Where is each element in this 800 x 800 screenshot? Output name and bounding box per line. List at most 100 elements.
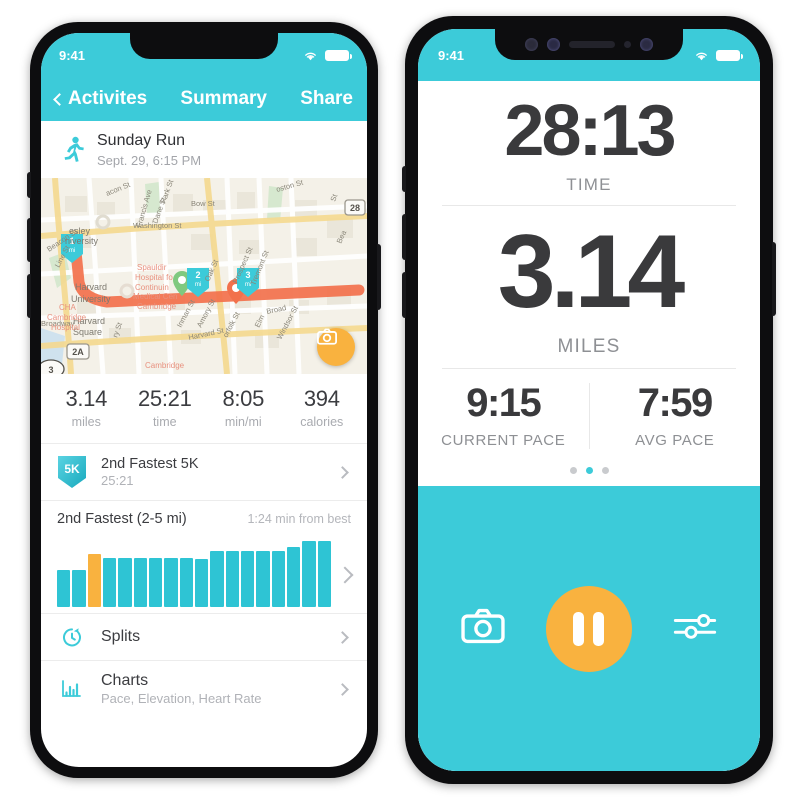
chevron-right-icon [336,630,349,644]
share-button[interactable]: Share [300,88,353,110]
avg-pace-label: AVG PACE [635,432,715,449]
current-pace-label: CURRENT PACE [441,432,566,449]
route-shield-28: 28 [344,199,366,216]
svg-text:esley: esley [69,226,91,236]
svg-text:Harvard: Harvard [75,282,107,292]
chart-note: 1:24 min from best [247,512,351,526]
runner-icon [64,136,84,162]
earpiece-speaker [569,41,615,48]
camera-button[interactable] [460,608,505,649]
chart-bar [87,553,101,607]
left-phone-volume-down[interactable] [27,274,31,318]
chevron-right-icon [336,566,354,584]
stat-value: 394 [303,386,340,411]
stat-label: miles [71,415,101,429]
fastest-segment-chart-card[interactable]: 2nd Fastest (2-5 mi) 1:24 min from best [41,501,367,614]
run-header[interactable]: Sunday Run Sept. 29, 6:15 PM [41,121,367,178]
svg-text:2A: 2A [72,347,84,357]
left-phone-notch [130,33,278,59]
infrared-camera-icon [640,38,653,51]
stat-value: 25:21 [137,386,192,411]
svg-text:Hospital: Hospital [51,323,80,332]
chart-bar [286,546,301,607]
sliders-icon [674,613,717,639]
svg-text:3: 3 [48,365,53,374]
right-phone-volume-down[interactable] [402,272,406,318]
chevron-left-icon [53,92,66,106]
stat-label: calories [300,415,344,429]
camera-icon [317,328,337,345]
left-phone-screen: 9:41 Activites Summary Share Sunday Run … [41,33,367,767]
ambient-sensor-icon [624,41,631,48]
wifi-icon [696,52,707,60]
page-dot[interactable] [585,467,593,474]
chart-header: 2nd Fastest (2-5 mi) 1:24 min from best [41,511,367,535]
bar-chart-icon [62,680,81,697]
svg-text:2: 2 [195,270,200,280]
tracking-body: 28:13 TIME 3.14 MILES 9:15 CURRENT PACE … [418,81,760,771]
chart-bar [57,569,71,607]
stat-value: 8:05 [222,386,265,411]
page-title: Summary [180,88,267,109]
record-title: 2nd Fastest 5K [101,456,199,472]
stat-label: min/mi [224,415,262,429]
record-row-5k[interactable]: 5K 2nd Fastest 5K 25:21 [41,444,367,501]
svg-text:mi: mi [195,282,201,288]
status-indicators [694,49,743,61]
face-id-dot-projector-icon [547,38,560,51]
metric-time-value: 28:13 [504,91,676,171]
record-subtitle: 25:21 [101,473,134,488]
page-dot[interactable] [569,467,577,474]
left-phone-mute-switch[interactable] [27,172,31,198]
battery-icon [716,49,743,61]
camera-icon [460,608,505,644]
right-phone-mute-switch[interactable] [402,166,406,192]
chart-bar [164,558,178,607]
right-phone-power-button[interactable] [772,242,776,316]
svg-text:Bow St: Bow St [191,199,216,208]
chart-body [41,535,367,607]
svg-text:Continuin: Continuin [135,283,169,292]
page-dot[interactable] [601,467,609,474]
svg-text:niversity: niversity [65,236,99,246]
right-phone-notch [495,29,683,60]
svg-text:5K: 5K [64,462,80,476]
route-map[interactable]: 1 mi 2 mi 3 mi acon St Park St Bow St os… [41,178,367,374]
charts-title: Charts [101,672,149,689]
chart-bar [118,558,132,607]
list-item-charts[interactable]: Charts Pace, Elevation, Heart Rate [41,661,367,717]
chevron-right-icon [336,465,349,479]
left-phone-power-button[interactable] [377,244,381,310]
bar-chart [57,535,331,607]
chevron-right-icon [336,682,349,696]
pause-button[interactable] [545,585,632,672]
stat-calories: 394 calories [283,386,362,429]
screenshot-stage: 9:41 Activites Summary Share Sunday Run … [0,0,800,800]
splits-title: Splits [101,628,141,645]
svg-text:Cambridge: Cambridge [137,302,177,311]
left-phone-volume-up[interactable] [27,218,31,262]
metric-current-pace: 9:15 CURRENT PACE [418,383,589,449]
metric-time-label: TIME [566,175,612,194]
splits-text: Splits [101,628,324,646]
back-to-activities-button[interactable]: Activites [53,88,148,110]
right-phone-volume-up[interactable] [402,214,406,260]
metric-miles: 3.14 MILES [418,206,760,368]
status-indicators [303,49,352,61]
charts-text: Charts Pace, Elevation, Heart Rate [101,672,324,706]
svg-text:Spauldir: Spauldir [137,263,167,272]
charts-subtitle: Pace, Elevation, Heart Rate [101,691,262,706]
list-item-splits[interactable]: Splits [41,614,367,661]
route-shield-2a: 2A [66,343,90,360]
svg-text:Hospital fo: Hospital fo [135,273,173,282]
pace-row: 9:15 CURRENT PACE 7:59 AVG PACE [418,369,760,457]
settings-button[interactable] [673,610,717,647]
front-camera-icon [525,38,538,51]
stopwatch-icon [63,628,81,647]
page-indicator-dots[interactable] [418,457,760,486]
charts-icon-slot [57,677,87,701]
map-camera-button[interactable] [317,328,355,366]
back-button-label: Activites [68,88,148,109]
status-time: 9:41 [438,47,465,63]
chart-bar [179,558,193,607]
